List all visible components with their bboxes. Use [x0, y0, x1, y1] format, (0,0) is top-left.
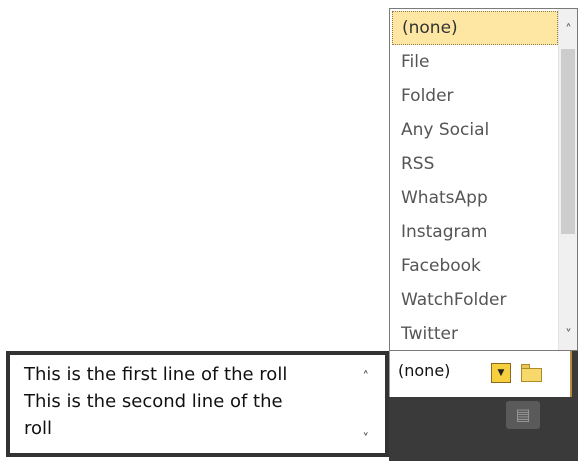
dropdown-option-none[interactable]: (none): [392, 11, 558, 45]
chevron-up-icon[interactable]: ˄: [559, 21, 578, 41]
dropdown-option-instagram[interactable]: Instagram: [392, 215, 558, 249]
dropdown-option-folder[interactable]: Folder: [392, 79, 558, 113]
dropdown-list[interactable]: (none) File Folder Any Social RSS WhatsA…: [389, 8, 578, 351]
scrollbar-thumb[interactable]: [561, 49, 575, 234]
dropdown-option-any-social[interactable]: Any Social: [392, 113, 558, 147]
roll-textbox[interactable]: This is the first line of the roll This …: [6, 351, 389, 457]
dropdown-option-facebook[interactable]: Facebook: [392, 249, 558, 283]
roll-text[interactable]: This is the first line of the roll This …: [24, 361, 354, 442]
roll-line-3: roll: [24, 418, 53, 439]
dropdown-option-watchfolder[interactable]: WatchFolder: [392, 283, 558, 317]
dropdown-scrollbar[interactable]: ˄ ˅: [558, 9, 577, 350]
dropdown-arrow-icon[interactable]: ▼: [491, 363, 511, 383]
source-combobox[interactable]: (none) ▼: [389, 351, 572, 397]
source-panel: (none) ▼ ▤: [389, 351, 578, 461]
dropdown-option-file[interactable]: File: [392, 45, 558, 79]
image-icon[interactable]: ▤: [506, 401, 540, 429]
dropdown-options: (none) File Folder Any Social RSS WhatsA…: [392, 11, 558, 351]
roll-line-2: This is the second line of the: [24, 391, 283, 412]
combo-value: (none): [398, 361, 451, 380]
dropdown-option-rss[interactable]: RSS: [392, 147, 558, 181]
dropdown-option-twitter[interactable]: Twitter: [392, 317, 558, 351]
chevron-down-icon[interactable]: ˅: [559, 326, 578, 346]
chevron-up-icon[interactable]: ˄: [363, 370, 370, 385]
folder-icon[interactable]: [520, 363, 544, 383]
chevron-down-icon[interactable]: ˅: [363, 432, 370, 447]
roll-line-1: This is the first line of the roll: [24, 364, 288, 385]
dropdown-option-whatsapp[interactable]: WhatsApp: [392, 181, 558, 215]
